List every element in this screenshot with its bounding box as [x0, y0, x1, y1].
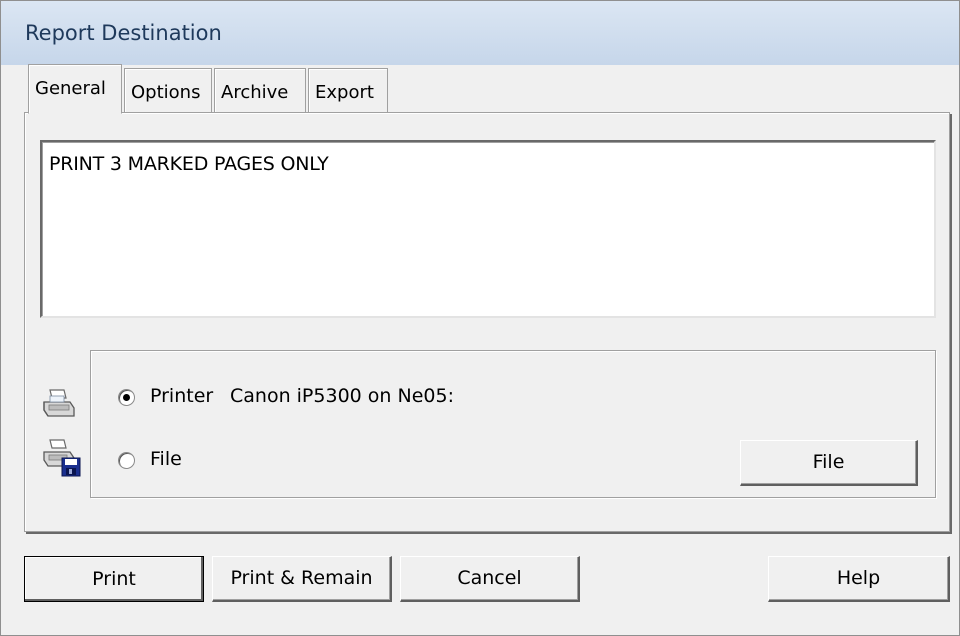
file-browse-button[interactable]: File [740, 440, 918, 486]
tab-archive[interactable]: Archive [214, 68, 306, 112]
printer-radio[interactable] [118, 389, 135, 406]
title-bar: Report Destination [1, 1, 959, 65]
dialog-title: Report Destination [25, 21, 222, 45]
print-button[interactable]: Print [24, 556, 204, 602]
report-text: PRINT 3 MARKED PAGES ONLY [49, 153, 329, 175]
printer-disk-icon [43, 439, 81, 477]
tab-general-label: General [35, 78, 106, 99]
tab-export-label: Export [315, 82, 374, 103]
tab-options[interactable]: Options [124, 68, 212, 112]
printer-option-label[interactable]: Printer [150, 385, 213, 407]
cancel-button[interactable]: Cancel [400, 556, 580, 602]
tab-general[interactable]: General [28, 64, 122, 114]
tab-archive-label: Archive [221, 82, 289, 103]
file-option-label[interactable]: File [150, 448, 182, 470]
printer-icon [43, 389, 75, 417]
report-text-area-inner: PRINT 3 MARKED PAGES ONLY [42, 142, 934, 316]
tab-options-label: Options [131, 82, 201, 103]
report-text-area[interactable]: PRINT 3 MARKED PAGES ONLY [40, 140, 936, 318]
printer-name: Canon iP5300 on Ne05: [230, 385, 454, 407]
file-radio[interactable] [118, 452, 135, 469]
help-button[interactable]: Help [768, 556, 950, 602]
tab-export[interactable]: Export [308, 68, 388, 112]
print-remain-button[interactable]: Print & Remain [212, 556, 392, 602]
